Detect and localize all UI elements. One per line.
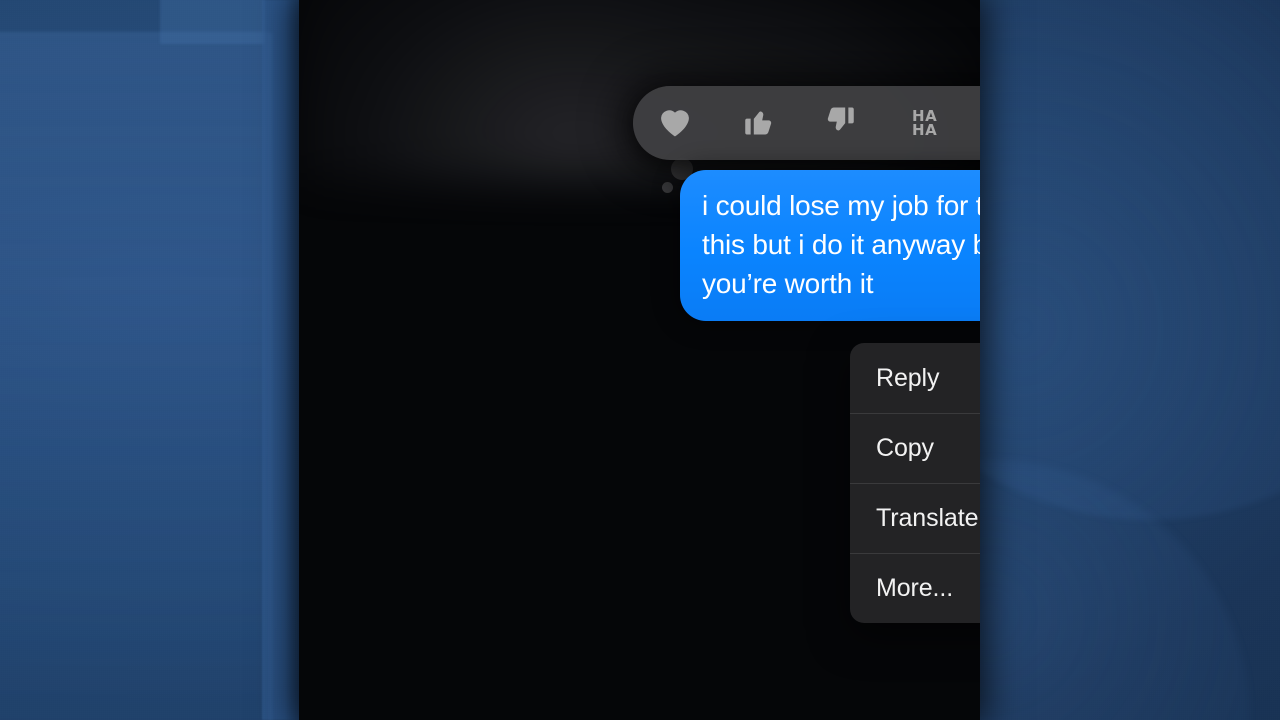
message-bubble-container: i could lose my job for talking to you l… xyxy=(680,170,980,321)
message-context-menu[interactable]: Reply Copy Translate More... xyxy=(850,343,980,623)
phone-screen: HA HA !! ? i could lose my job for talki… xyxy=(299,0,980,720)
thumbs-down-icon xyxy=(823,103,859,144)
screenshot-root: HA HA !! ? i could lose my job for talki… xyxy=(0,0,1280,720)
tapback-thumbs-down-button[interactable] xyxy=(810,92,872,154)
haha-line-2: HA xyxy=(912,121,938,139)
tapback-bar-container: HA HA !! ? xyxy=(633,86,980,193)
tapback-haha-button[interactable]: HA HA xyxy=(894,92,956,154)
context-menu-item-copy[interactable]: Copy xyxy=(850,413,980,483)
outgoing-message-bubble[interactable]: i could lose my job for talking to you l… xyxy=(680,170,980,321)
tapback-emphasize-button[interactable]: !! xyxy=(977,92,980,154)
tapback-heart-button[interactable] xyxy=(644,92,706,154)
context-menu-label: Copy xyxy=(876,434,934,462)
tapback-tail-dot-small xyxy=(662,182,673,193)
context-menu-item-more[interactable]: More... xyxy=(850,553,980,623)
heart-icon xyxy=(656,104,694,143)
message-text: i could lose my job for talking to you l… xyxy=(702,190,980,299)
haha-icon: HA HA xyxy=(912,109,938,139)
context-menu-label: More... xyxy=(876,574,954,602)
context-menu-label: Reply xyxy=(876,363,940,392)
context-menu-item-translate[interactable]: Translate A 文 xyxy=(850,483,980,553)
tapback-reaction-bar[interactable]: HA HA !! ? xyxy=(633,86,980,160)
thumbs-up-icon xyxy=(740,103,776,144)
context-menu-item-reply[interactable]: Reply xyxy=(850,343,980,413)
tapback-thumbs-up-button[interactable] xyxy=(727,92,789,154)
context-menu-label: Translate xyxy=(876,504,979,532)
